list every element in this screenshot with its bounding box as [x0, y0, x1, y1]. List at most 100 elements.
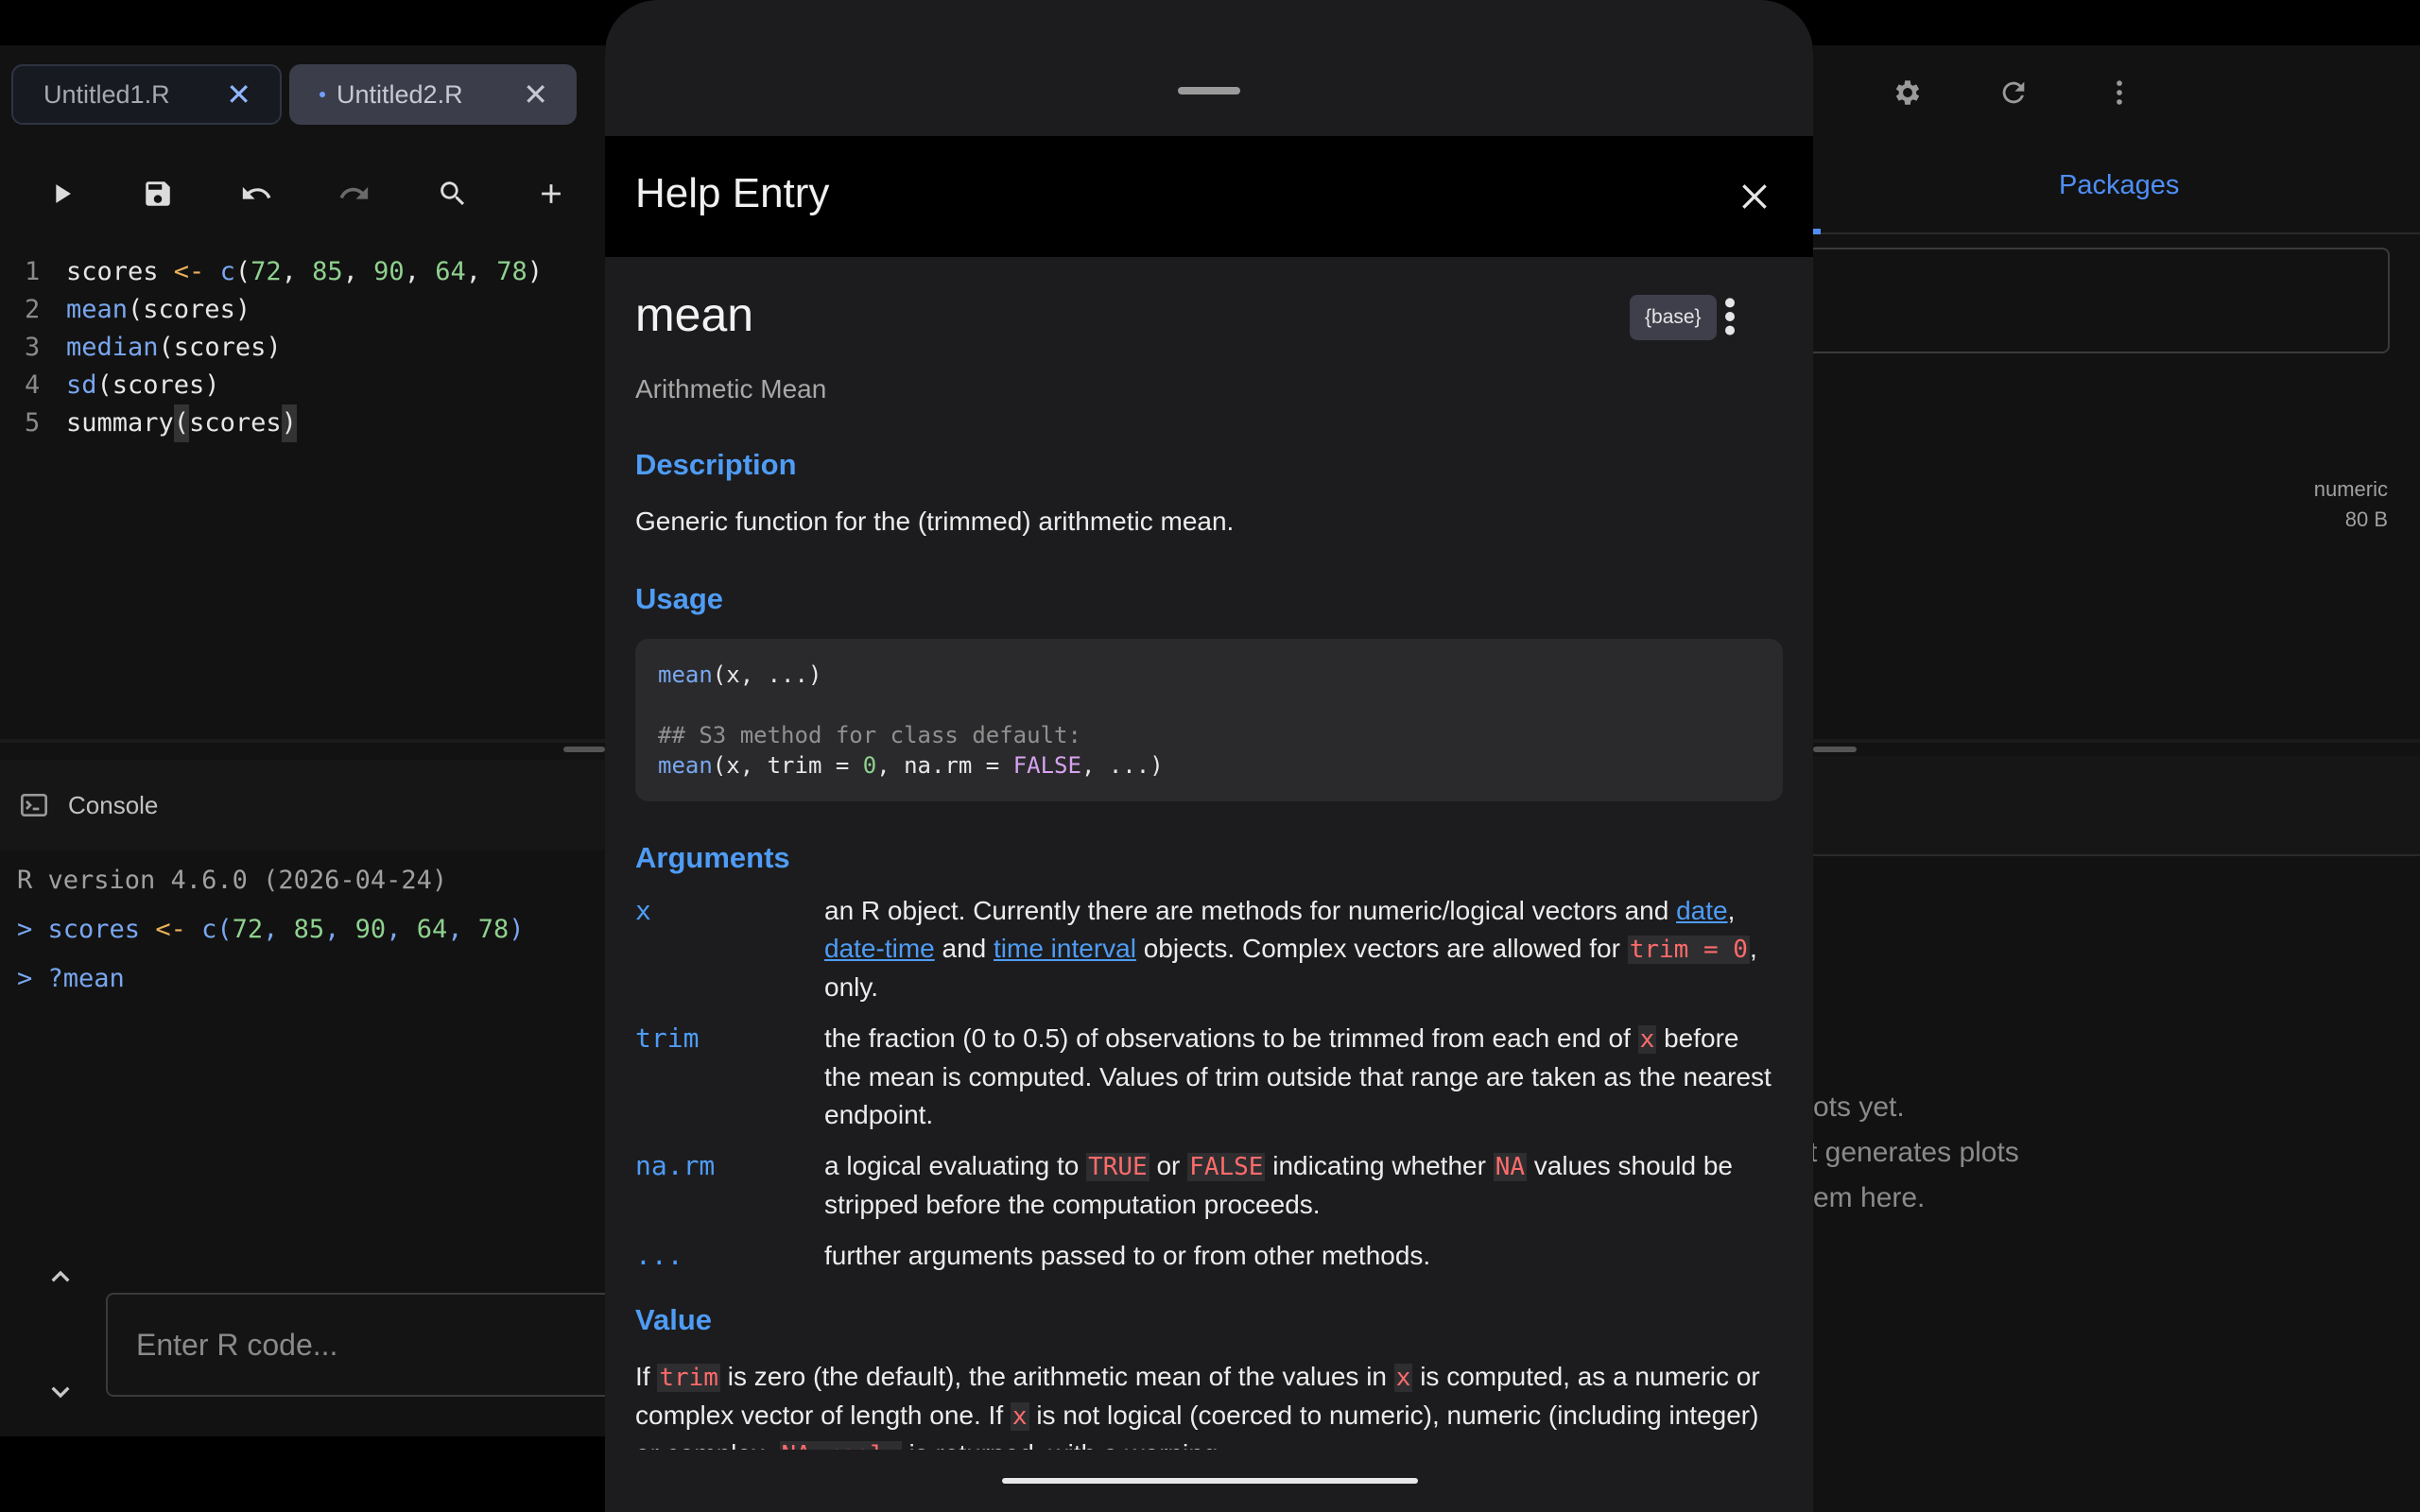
close-tab-icon[interactable]: ✕ [523, 79, 548, 110]
empty-line: t generates plots [1813, 1137, 2019, 1168]
tab-untitled1[interactable]: Untitled1.R ✕ [11, 64, 282, 125]
line-number: 1 [25, 257, 41, 286]
side-panel-tabs: Packages [1813, 144, 2420, 234]
run-button[interactable] [38, 170, 85, 217]
code-line[interactable]: 2 mean (scores) [0, 291, 605, 329]
argument-description: the fraction (0 to 0.5) of observations … [824, 1020, 1783, 1134]
inline-code: trim [657, 1364, 720, 1392]
home-indicator[interactable] [1002, 1478, 1418, 1484]
refresh-button[interactable] [1993, 72, 2034, 113]
code-token: , [465, 257, 497, 286]
argument-name: x [635, 895, 651, 926]
argument-name: ... [635, 1240, 683, 1271]
line-number: 4 [25, 370, 41, 400]
line-number: 5 [25, 408, 41, 438]
text-run: objects. Complex vectors are allowed for [1135, 934, 1628, 963]
code-token: c [219, 257, 235, 286]
variable-meta: numeric 80 B [2314, 474, 2388, 535]
code-token: 72 [251, 257, 282, 286]
undo-button[interactable] [233, 170, 280, 217]
console-token: 72 [232, 915, 264, 944]
sheet-drag-handle[interactable] [1178, 87, 1240, 94]
console-token: 90 [354, 915, 387, 944]
settings-button[interactable] [1887, 72, 1928, 113]
play-icon [56, 184, 71, 203]
code-editor[interactable]: 1 scores <- c(72, 85, 90, 64, 78) 2 mean (sc… [0, 253, 605, 442]
history-up-icon[interactable] [42, 1259, 79, 1297]
code-token: 90 [373, 257, 405, 286]
tab-packages[interactable]: Packages [2059, 170, 2179, 201]
code-token: mean [66, 295, 129, 324]
text-run: further arguments passed to or from othe… [824, 1241, 1431, 1270]
argument-description: an R object. Currently there are methods… [824, 892, 1783, 1006]
resize-handle[interactable] [1813, 747, 1857, 752]
description-heading: Description [635, 448, 797, 481]
console-token: R version 4.6.0 (2026-04-24) [17, 866, 448, 895]
text-run: an R object. Currently there are methods… [824, 896, 1677, 925]
terminal-icon [21, 794, 47, 816]
tab-untitled2[interactable]: Untitled2.R ✕ [289, 64, 577, 125]
code-line[interactable]: 5 summary(scores) [0, 404, 605, 442]
inline-code: x [1393, 1364, 1413, 1392]
inline-code: NA [1493, 1153, 1528, 1181]
redo-button[interactable] [331, 170, 378, 217]
add-button[interactable] [527, 170, 575, 217]
code-token: ( [234, 257, 251, 286]
function-title: Arithmetic Mean [635, 374, 827, 404]
environment-search-field[interactable] [1813, 248, 2390, 353]
overflow-menu-button[interactable] [2099, 72, 2140, 113]
console-token: c( [185, 915, 233, 944]
console-token: ) [509, 915, 525, 944]
code-token: median [66, 333, 159, 362]
close-icon[interactable] [1736, 178, 1773, 215]
editor-toolbar [0, 157, 605, 229]
help-header: Help Entry [605, 136, 1813, 257]
help-content: mean {base} Arithmetic Mean Description … [605, 257, 1813, 1450]
inline-code: trim = 0 [1627, 936, 1750, 964]
argument-name: na.rm [635, 1150, 716, 1181]
code-line[interactable]: 3 median (scores) [0, 329, 605, 367]
text-run: and [934, 934, 994, 963]
close-tab-icon[interactable]: ✕ [226, 79, 251, 110]
argument-row: na.rm a logical evaluating to TRUE or FAL… [635, 1147, 1783, 1224]
help-link[interactable]: time interval [994, 934, 1136, 963]
inline-code: FALSE [1187, 1153, 1266, 1181]
tab-label: Untitled1.R [43, 79, 170, 109]
variable-type: numeric [2313, 477, 2388, 501]
help-link[interactable]: date-time [824, 934, 935, 963]
text-run: is returned, with a warning. [902, 1439, 1226, 1450]
side-panel-toolbar [1813, 45, 2420, 144]
save-button[interactable] [134, 170, 182, 217]
history-down-icon[interactable] [42, 1372, 79, 1410]
code-token: , [404, 257, 436, 286]
search-button[interactable] [429, 170, 476, 217]
console-token: , [386, 915, 417, 944]
save-icon [146, 181, 170, 206]
console-token: 64 [416, 915, 448, 944]
resize-handle[interactable] [563, 747, 605, 752]
line-number: 2 [25, 295, 41, 324]
code-line[interactable]: 1 scores <- c(72, 85, 90, 64, 78) [0, 253, 605, 291]
line-number: 3 [25, 333, 41, 362]
pane-divider [1813, 739, 2420, 743]
argument-description: a logical evaluating to TRUE or FALSE in… [824, 1147, 1783, 1224]
undo-icon [242, 186, 271, 199]
text-run: indicating whether [1265, 1151, 1494, 1180]
code-line[interactable]: 4 sd (scores) [0, 367, 605, 404]
help-link[interactable]: date [1676, 896, 1728, 925]
console-token: scores [47, 915, 156, 944]
editor-tab-bar: Untitled1.R ✕ Untitled2.R ✕ [0, 45, 605, 144]
argument-row: trim the fraction (0 to 0.5) of observati… [635, 1020, 1783, 1134]
r-code-input[interactable]: Enter R code... [106, 1293, 635, 1397]
redo-icon [339, 186, 369, 199]
console-token: <- [155, 915, 186, 944]
package-badge: {base} [1630, 295, 1717, 340]
argument-row: x an R object. Currently there are method… [635, 892, 1783, 1006]
console-token: , [324, 915, 355, 944]
plus-icon [542, 184, 561, 203]
pane-divider [0, 739, 605, 743]
inline-code: NA_real_ [779, 1441, 902, 1450]
more-vert-icon[interactable] [1715, 293, 1745, 340]
function-name: mean [635, 288, 754, 341]
console-line: > scores <- c(72, 85, 90, 64, 78) [17, 905, 605, 954]
